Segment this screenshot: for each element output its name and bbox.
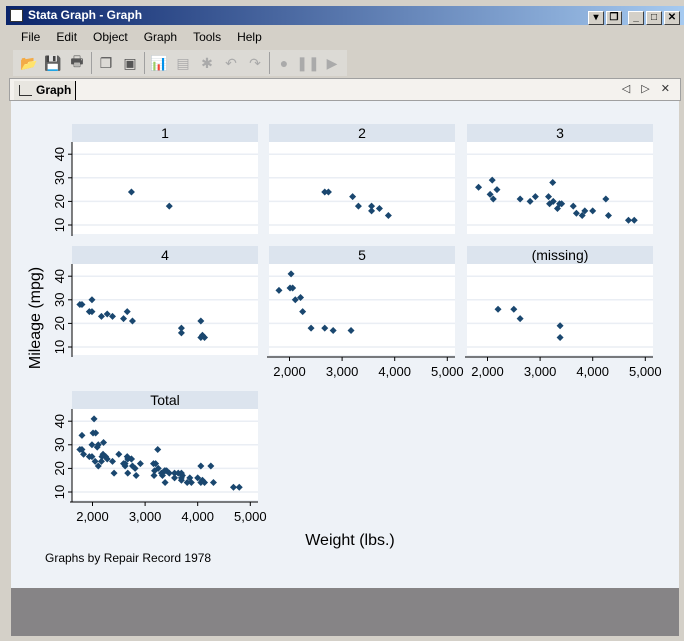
- plot-region: [72, 264, 258, 355]
- menu-file[interactable]: File: [13, 28, 48, 48]
- x-tick-label: 4,000: [576, 364, 609, 379]
- x-tick-label: 5,000: [629, 364, 662, 379]
- y-tick-label: 10: [52, 218, 67, 232]
- plot-region: [269, 142, 455, 234]
- properties-icon[interactable]: ▤: [173, 53, 193, 73]
- menu-bar: File Edit Object Graph Tools Help: [13, 28, 270, 48]
- tab-label: Graph: [36, 83, 72, 97]
- y-tick-label: 10: [52, 340, 67, 354]
- undo-icon[interactable]: ↶: [221, 53, 241, 73]
- toolbar-separator: [144, 52, 145, 74]
- panel-4: 4 10 20 30 40: [52, 246, 258, 357]
- print-icon[interactable]: 🖶: [67, 53, 87, 73]
- panel-7: Total 10 20 30 40 2,000 3,000 4,000 5,000: [52, 391, 267, 524]
- plot-region: [269, 264, 455, 355]
- x-tick-label: 2,000: [471, 364, 504, 379]
- x-tick-label: 3,000: [524, 364, 557, 379]
- y-tick-label: 20: [52, 461, 67, 475]
- menu-tools[interactable]: Tools: [185, 28, 229, 48]
- panel-2: 2: [269, 124, 455, 234]
- toolbar-separator: [91, 52, 92, 74]
- redo-icon[interactable]: ↷: [245, 53, 265, 73]
- y-tick-label: 40: [52, 269, 67, 283]
- pointer-icon[interactable]: ✱: [197, 53, 217, 73]
- menu-help[interactable]: Help: [229, 28, 270, 48]
- empty-area: [11, 588, 679, 636]
- window-menu-button[interactable]: ▾: [588, 11, 604, 25]
- pause-icon[interactable]: ❚❚: [296, 53, 319, 73]
- y-tick-label: 20: [52, 194, 67, 208]
- toolbar: 📂 💾 🖶 ❐ ▣ 📊 ▤ ✱ ↶ ↷ ● ❚❚ ▶: [13, 50, 347, 76]
- y-tick-label: 40: [52, 414, 67, 428]
- window-title: Stata Graph - Graph: [28, 8, 143, 22]
- toolbar-separator: [269, 52, 270, 74]
- graph-editor-icon[interactable]: 📊: [149, 53, 169, 73]
- chart: 1 10 20 30 40 2 3 4 10 20 30 40 5 2,000 3,000 4,000 5,00…: [27, 124, 662, 565]
- x-tick-label: 2,000: [273, 364, 306, 379]
- panel-1: 1 10 20 30 40: [52, 124, 258, 236]
- y-tick-label: 20: [52, 316, 67, 330]
- panel-title: 1: [161, 125, 169, 141]
- panel-title: (missing): [532, 247, 589, 263]
- x-tick-label: 5,000: [431, 364, 464, 379]
- panel-title: 4: [161, 247, 169, 263]
- open-icon[interactable]: 📂: [19, 53, 39, 73]
- panel-3: 3: [467, 124, 653, 234]
- y-tick-label: 30: [52, 438, 67, 452]
- x-tick-label: 2,000: [76, 509, 109, 524]
- x-tick-label: 5,000: [234, 509, 267, 524]
- restore-button[interactable]: ❐: [606, 11, 622, 25]
- y-tick-label: 10: [52, 485, 67, 499]
- x-tick-label: 3,000: [326, 364, 359, 379]
- maximize-button[interactable]: □: [646, 11, 662, 25]
- y-tick-label: 30: [52, 293, 67, 307]
- title-bar: Stata Graph - Graph ▾ ❐ _ □ ✕: [6, 6, 684, 25]
- record-icon[interactable]: ●: [274, 53, 294, 73]
- stata-graph-icon: [10, 9, 23, 22]
- graph-icon: [19, 85, 32, 96]
- panel-6: (missing) 2,000 3,000 4,000 5,000: [465, 246, 662, 379]
- panel-5: 5 2,000 3,000 4,000 5,000: [267, 246, 464, 379]
- graph-note: Graphs by Repair Record 1978: [45, 551, 211, 565]
- panel-title: 3: [556, 125, 564, 141]
- panel-title: 2: [358, 125, 366, 141]
- y-axis-title: Mileage (mpg): [27, 267, 44, 369]
- minimize-button[interactable]: _: [628, 11, 644, 25]
- copy-icon[interactable]: ❐: [96, 53, 116, 73]
- y-tick-label: 40: [52, 147, 67, 161]
- x-tick-label: 4,000: [181, 509, 214, 524]
- save-icon[interactable]: 💾: [43, 53, 63, 73]
- panel-title: Total: [150, 392, 180, 408]
- plot-region: [72, 142, 258, 234]
- play-icon[interactable]: ▶: [322, 53, 342, 73]
- tab-controls[interactable]: ◁ ▷ ✕: [622, 82, 674, 95]
- x-axis-title: Weight (lbs.): [305, 532, 395, 549]
- close-button[interactable]: ✕: [664, 11, 680, 25]
- x-tick-label: 4,000: [378, 364, 411, 379]
- export-icon[interactable]: ▣: [120, 53, 140, 73]
- menu-object[interactable]: Object: [85, 28, 136, 48]
- panel-title: 5: [358, 247, 366, 263]
- y-tick-label: 30: [52, 171, 67, 185]
- menu-graph[interactable]: Graph: [136, 28, 185, 48]
- x-tick-label: 3,000: [129, 509, 162, 524]
- menu-edit[interactable]: Edit: [48, 28, 85, 48]
